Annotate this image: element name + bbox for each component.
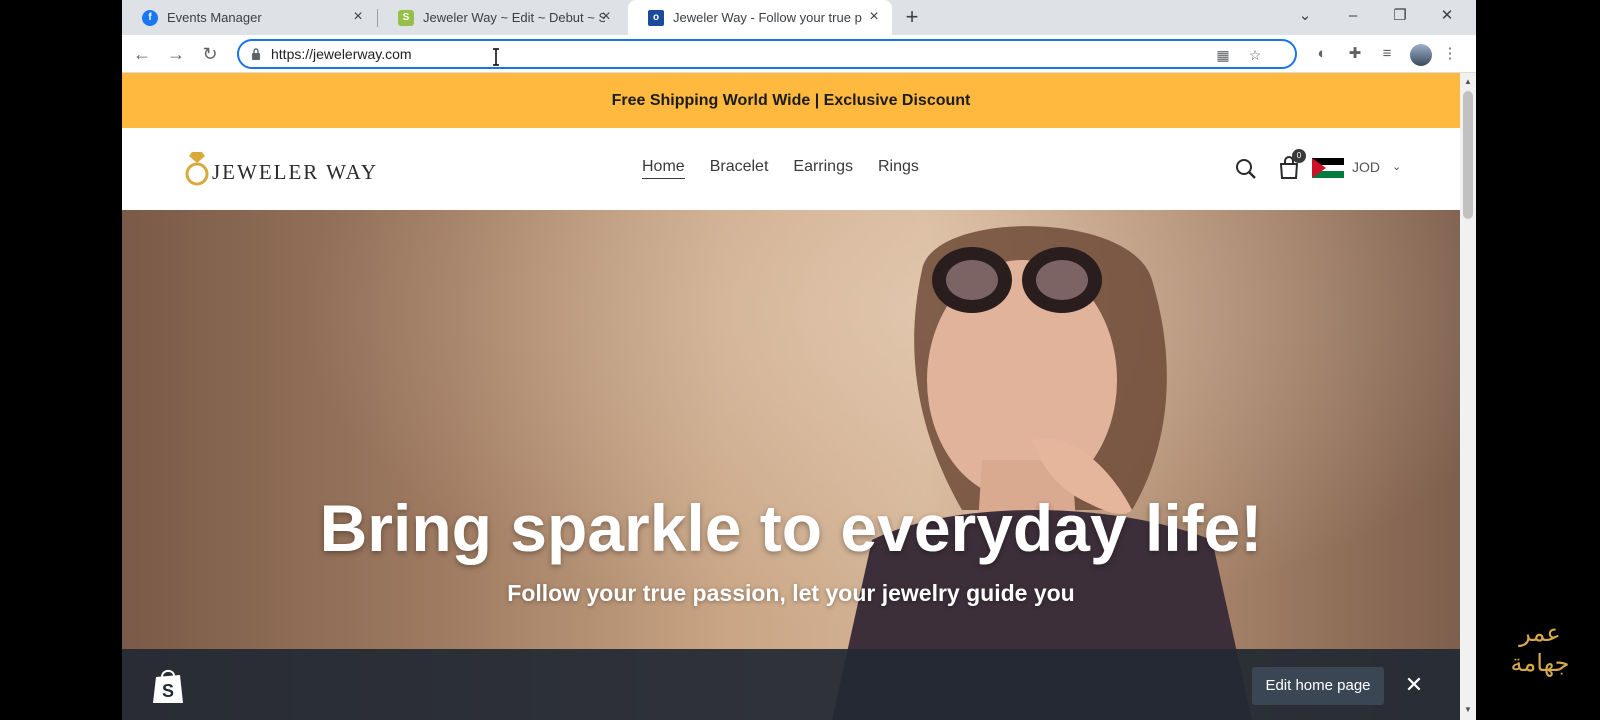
close-icon[interactable]: ✕ xyxy=(1404,674,1424,696)
site-header: JEWELER WAY Home Bracelet Earrings Rings… xyxy=(122,128,1460,210)
tab-jeweler-way[interactable]: o Jeweler Way - Follow your true p × xyxy=(628,0,892,35)
new-tab-icon[interactable]: + xyxy=(902,6,922,28)
logo-text: JEWELER WAY xyxy=(212,159,379,184)
jordan-flag-icon[interactable] xyxy=(1312,158,1344,178)
edit-home-page-button[interactable]: Edit home page xyxy=(1252,667,1384,705)
browser-toolbar: ← → ↻ https://jewelerway.com ▦ ☆ ◐ ✚ ≡ ⋮ xyxy=(122,35,1476,73)
media-queue-icon[interactable]: ≡ xyxy=(1377,44,1397,64)
qr-code-icon[interactable]: ▦ xyxy=(1214,46,1232,64)
browser-window: f Events Manager × S Jeweler Way ~ Edit … xyxy=(122,0,1476,720)
currency-selector[interactable]: JOD xyxy=(1352,159,1380,175)
nav-rings[interactable]: Rings xyxy=(878,158,919,179)
forward-icon[interactable]: → xyxy=(164,42,188,66)
facebook-icon: f xyxy=(142,9,158,26)
tab-search-icon[interactable]: ⌄ xyxy=(1292,4,1318,28)
nav-earrings[interactable]: Earrings xyxy=(793,158,853,179)
scroll-thumb[interactable] xyxy=(1463,91,1473,219)
shopify-admin-bar: S Edit home page ✕ xyxy=(122,649,1460,720)
announcement-text: Free Shipping World Wide | Exclusive Dis… xyxy=(611,91,971,109)
back-icon[interactable]: ← xyxy=(130,42,154,66)
shopify-bag-icon[interactable]: S xyxy=(150,667,186,705)
hero-model-image xyxy=(832,226,1252,720)
text-cursor-icon xyxy=(493,48,499,66)
announcement-bar: Free Shipping World Wide | Exclusive Dis… xyxy=(122,73,1460,128)
tab-strip: f Events Manager × S Jeweler Way ~ Edit … xyxy=(122,0,1476,35)
minimize-icon[interactable]: – xyxy=(1340,4,1366,28)
ring-logo-icon xyxy=(185,152,209,186)
menu-kebab-icon[interactable]: ⋮ xyxy=(1440,44,1460,64)
watermark-line-2: جهامة xyxy=(1510,649,1570,677)
web-page: Free Shipping World Wide | Exclusive Dis… xyxy=(122,73,1460,720)
close-tab-icon[interactable]: × xyxy=(598,9,614,25)
close-window-icon[interactable]: ✕ xyxy=(1434,4,1460,28)
tab-shopify-editor[interactable]: S Jeweler Way ~ Edit ~ Debut ~ Sh × xyxy=(378,0,624,35)
address-bar[interactable]: https://jewelerway.com ▦ ☆ xyxy=(237,39,1297,69)
hero-banner: Bring sparkle to everyday life! Follow y… xyxy=(122,210,1460,720)
page-scrollbar[interactable]: ▲ ▼ xyxy=(1460,73,1476,720)
extensions-puzzle-icon[interactable]: ✚ xyxy=(1345,44,1365,64)
chevron-down-icon[interactable]: ⌄ xyxy=(1392,160,1401,173)
hero-background xyxy=(122,210,1460,720)
url-text[interactable]: https://jewelerway.com xyxy=(271,46,412,62)
search-icon[interactable] xyxy=(1235,158,1257,180)
lock-icon xyxy=(252,48,260,60)
shopify-icon: S xyxy=(398,9,414,26)
hero-subheading: Follow your true passion, let your jewel… xyxy=(507,580,1075,606)
ring-icon: o xyxy=(648,9,664,26)
tab-title: Jeweler Way ~ Edit ~ Debut ~ Sh xyxy=(423,10,605,25)
nav-home[interactable]: Home xyxy=(642,158,685,179)
reload-icon[interactable]: ↻ xyxy=(198,42,222,66)
tab-title: Jeweler Way - Follow your true p xyxy=(673,10,862,25)
tab-events-manager[interactable]: f Events Manager × xyxy=(122,0,376,35)
close-tab-icon[interactable]: × xyxy=(866,9,882,25)
svg-text:S: S xyxy=(162,681,174,701)
close-tab-icon[interactable]: × xyxy=(350,9,366,25)
nav-bracelet[interactable]: Bracelet xyxy=(710,158,769,179)
site-logo[interactable]: JEWELER WAY xyxy=(184,150,378,188)
watermark: عمر جهامة xyxy=(1490,618,1590,678)
main-nav: Home Bracelet Earrings Rings xyxy=(642,158,944,179)
hero-heading: Bring sparkle to everyday life! xyxy=(319,491,1263,565)
tab-title: Events Manager xyxy=(167,10,262,25)
extension-profile-icon[interactable]: ◐ xyxy=(1312,44,1332,64)
bookmark-star-icon[interactable]: ☆ xyxy=(1246,46,1264,64)
scroll-down-icon[interactable]: ▼ xyxy=(1464,705,1472,714)
scroll-up-icon[interactable]: ▲ xyxy=(1464,77,1472,86)
cart-count-badge: 0 xyxy=(1292,149,1306,163)
restore-icon[interactable]: ❐ xyxy=(1387,4,1413,28)
avatar[interactable] xyxy=(1410,44,1432,66)
watermark-line-1: عمر xyxy=(1519,619,1561,647)
